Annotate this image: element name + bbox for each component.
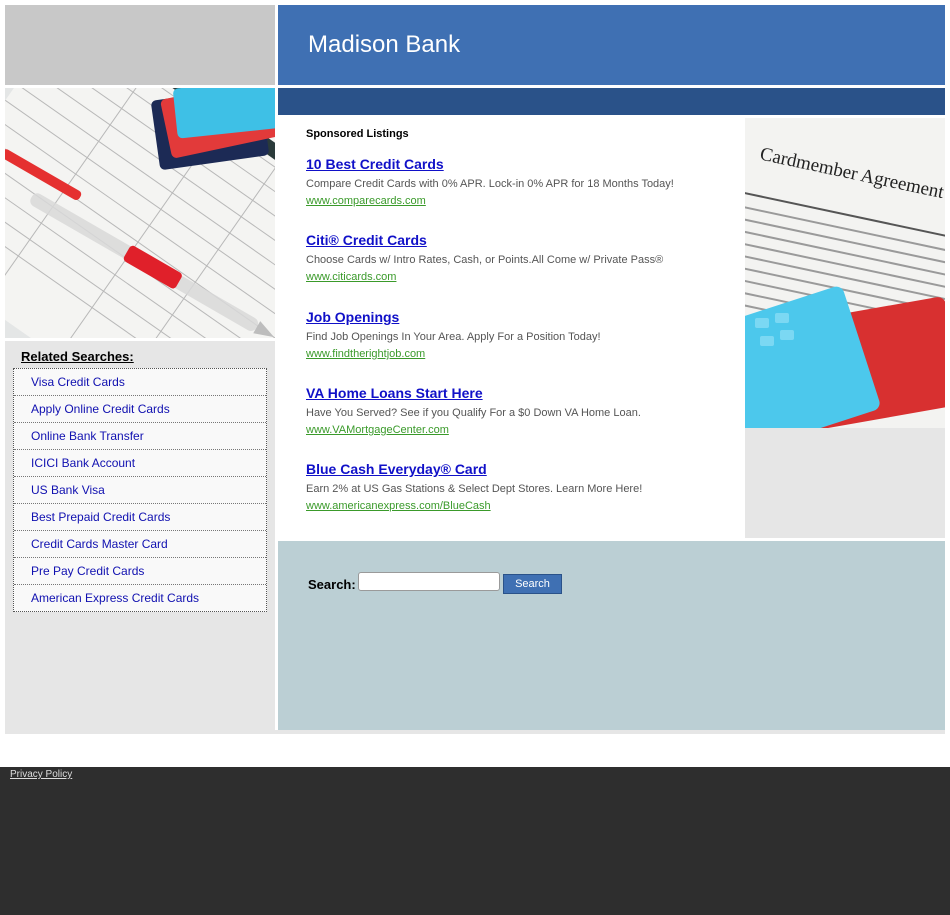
related-search-item: Pre Pay Credit Cards: [14, 557, 266, 584]
related-search-item: Apply Online Credit Cards: [14, 395, 266, 422]
related-search-link[interactable]: ICICI Bank Account: [14, 450, 266, 476]
related-search-link[interactable]: Pre Pay Credit Cards: [14, 558, 266, 584]
related-search-item: American Express Credit Cards: [14, 584, 266, 611]
listing-url-link[interactable]: www.VAMortgageCenter.com: [306, 424, 736, 436]
search-button[interactable]: Search: [503, 574, 562, 594]
listing-item: 10 Best Credit Cards Compare Credit Card…: [306, 156, 736, 207]
listing-title-link[interactable]: VA Home Loans Start Here: [306, 385, 736, 401]
related-search-item: Online Bank Transfer: [14, 422, 266, 449]
listing-url-link[interactable]: www.findtherightjob.com: [306, 348, 736, 360]
search-section: Search: Search: [278, 541, 945, 730]
listing-title-link[interactable]: Blue Cash Everyday® Card: [306, 461, 736, 477]
related-search-link[interactable]: Online Bank Transfer: [14, 423, 266, 449]
related-search-item: US Bank Visa: [14, 476, 266, 503]
listing-description: Earn 2% at US Gas Stations & Select Dept…: [306, 483, 643, 495]
sponsored-listings-section: Sponsored Listings 10 Best Credit Cards …: [278, 118, 745, 538]
related-search-link[interactable]: US Bank Visa: [14, 477, 266, 503]
cardmember-agreement-image: Cardmember Agreement: [745, 118, 945, 428]
listing-description: Find Job Openings In Your Area. Apply Fo…: [306, 331, 601, 343]
sponsored-listings-label: Sponsored Listings: [306, 128, 409, 140]
search-label: Search:: [308, 577, 356, 592]
privacy-policy-link[interactable]: Privacy Policy: [10, 769, 72, 780]
listing-description: Compare Credit Cards with 0% APR. Lock-i…: [306, 178, 674, 190]
related-searches-list: Visa Credit Cards Apply Online Credit Ca…: [13, 368, 267, 612]
related-search-item: Best Prepaid Credit Cards: [14, 503, 266, 530]
listing-url-link[interactable]: www.comparecards.com: [306, 195, 736, 207]
listing-url-link[interactable]: www.citicards.com: [306, 271, 736, 283]
listing-url-link[interactable]: www.americanexpress.com/BlueCash: [306, 500, 736, 512]
related-search-link[interactable]: American Express Credit Cards: [14, 585, 266, 611]
listing-description: Choose Cards w/ Intro Rates, Cash, or Po…: [306, 254, 664, 266]
listing-title-link[interactable]: Citi® Credit Cards: [306, 232, 736, 248]
listing-item: Citi® Credit Cards Choose Cards w/ Intro…: [306, 232, 736, 283]
site-title: Madison Bank: [308, 31, 461, 58]
form-pen-cards-image: [5, 88, 275, 338]
related-search-item: Visa Credit Cards: [14, 369, 266, 395]
related-search-link[interactable]: Best Prepaid Credit Cards: [14, 504, 266, 530]
right-gray-block: [745, 428, 945, 538]
related-search-link[interactable]: Credit Cards Master Card: [14, 531, 266, 557]
listing-description: Have You Served? See if you Qualify For …: [306, 407, 641, 419]
related-search-item: ICICI Bank Account: [14, 449, 266, 476]
site-header: Madison Bank: [278, 5, 945, 85]
listing-item: VA Home Loans Start Here Have You Served…: [306, 385, 736, 436]
top-left-box: [5, 5, 275, 85]
listing-item: Blue Cash Everyday® Card Earn 2% at US G…: [306, 461, 736, 512]
header-bar: [278, 88, 945, 115]
footer: Privacy Policy: [0, 767, 950, 915]
search-input[interactable]: [358, 572, 500, 591]
related-search-item: Credit Cards Master Card: [14, 530, 266, 557]
related-searches-title: Related Searches:: [21, 349, 134, 364]
related-search-link[interactable]: Apply Online Credit Cards: [14, 396, 266, 422]
listing-item: Job Openings Find Job Openings In Your A…: [306, 309, 736, 360]
listing-title-link[interactable]: Job Openings: [306, 309, 736, 325]
related-search-link[interactable]: Visa Credit Cards: [14, 369, 266, 395]
related-searches-panel: Related Searches: Visa Credit Cards Appl…: [5, 341, 275, 730]
content-bottom-edge: [5, 730, 945, 734]
listing-title-link[interactable]: 10 Best Credit Cards: [306, 156, 736, 172]
